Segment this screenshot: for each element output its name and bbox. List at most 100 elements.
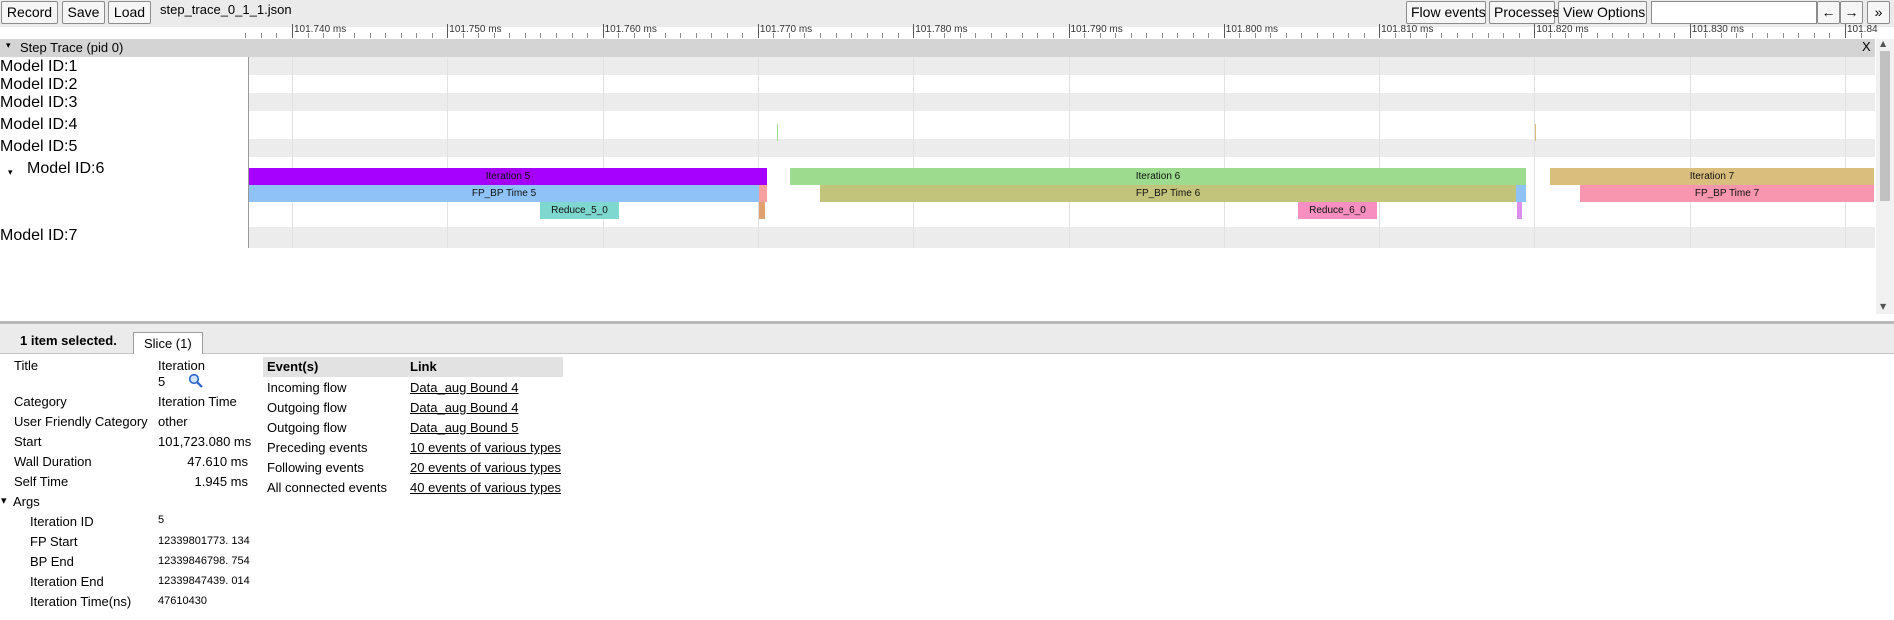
slice-fp-bp-5[interactable]: FP_BP Time 5 xyxy=(249,185,759,202)
track-row-bg xyxy=(249,75,1875,93)
slice-fp-bp-6[interactable]: FP_BP Time 6 xyxy=(820,185,1516,202)
slice-small[interactable] xyxy=(759,202,765,219)
record-button[interactable]: Record xyxy=(1,1,58,24)
track-label-model-3: Model ID:3 xyxy=(0,94,78,111)
time-ruler[interactable]: 101.740 ms 101.750 ms 101.760 ms 101.770 ms… xyxy=(245,24,1878,38)
scroll-down-icon[interactable]: ▼ xyxy=(1880,302,1886,311)
slice-fp-bp-7[interactable]: FP_BP Time 7 xyxy=(1580,185,1874,202)
slice-small[interactable] xyxy=(1517,202,1522,219)
more-button[interactable]: » xyxy=(1867,1,1890,24)
slice-small[interactable] xyxy=(1516,185,1526,202)
prev-result-button[interactable]: ← xyxy=(1817,1,1840,24)
flow-events-button[interactable]: Flow events xyxy=(1406,1,1486,24)
slice-reduce-5[interactable]: Reduce_5_0 xyxy=(540,202,619,219)
event-link[interactable]: Data_aug Bound 4 xyxy=(410,380,518,395)
search-icon[interactable] xyxy=(188,373,203,391)
gridline xyxy=(1534,57,1536,248)
event-link[interactable]: 20 events of various types xyxy=(410,460,561,475)
search-input[interactable] xyxy=(1651,1,1817,24)
ruler-minor-tick xyxy=(680,33,682,38)
ruler-minor-tick xyxy=(338,33,340,38)
ruler-minor-tick xyxy=(1115,33,1117,38)
ruler-minor-tick xyxy=(820,33,822,38)
ruler-minor-tick xyxy=(835,33,837,38)
track-label-model-6: Model ID:6 xyxy=(27,160,105,177)
ruler-minor-tick xyxy=(1177,33,1179,38)
ruler-minor-tick xyxy=(260,33,262,38)
event-link[interactable]: Data_aug Bound 5 xyxy=(410,420,518,435)
tab-slice[interactable]: Slice (1) xyxy=(133,332,203,354)
ruler-minor-tick xyxy=(369,33,371,38)
ruler-minor-tick xyxy=(276,33,278,38)
ruler-minor-tick xyxy=(1767,33,1769,38)
slice-small[interactable] xyxy=(759,185,767,202)
ruler-minor-tick xyxy=(882,33,884,38)
ruler-tick xyxy=(757,24,759,38)
ruler-minor-tick xyxy=(556,33,557,38)
ruler-minor-tick xyxy=(851,33,853,38)
ruler-minor-tick xyxy=(587,33,589,38)
save-button[interactable]: Save xyxy=(62,1,105,24)
view-options-button[interactable]: View Options xyxy=(1558,1,1647,24)
ruler-minor-tick xyxy=(711,33,713,38)
track-area[interactable]: Model ID:1 Model ID:2 Model ID:3 Model I… xyxy=(0,57,1875,248)
track-label-column: Model ID:1 Model ID:2 Model ID:3 Model I… xyxy=(0,57,249,248)
ruler-minor-tick xyxy=(1503,33,1505,38)
expand-triangle-icon[interactable]: ▾ xyxy=(8,167,13,178)
gridline xyxy=(292,57,293,248)
ruler-minor-tick xyxy=(1860,33,1862,38)
ruler-minor-tick xyxy=(1565,33,1567,38)
track-label-model-5: Model ID:5 xyxy=(0,138,78,155)
ruler-minor-tick xyxy=(478,33,480,38)
slice-iteration-7[interactable]: Iteration 7 xyxy=(1550,168,1874,185)
ruler-minor-tick xyxy=(323,33,325,38)
ruler-minor-tick xyxy=(944,33,946,38)
track-label-model-4: Model ID:4 xyxy=(0,116,78,133)
event-mark[interactable] xyxy=(777,124,778,141)
gridline xyxy=(1845,57,1846,248)
event-link[interactable]: 40 events of various types xyxy=(410,480,561,495)
ruler-tick xyxy=(447,24,449,38)
process-header[interactable]: ▾ Step Trace (pid 0) X xyxy=(0,39,1875,57)
ruler-minor-tick xyxy=(1472,33,1474,38)
ruler-tick xyxy=(1379,24,1381,38)
scroll-up-icon[interactable]: ▲ xyxy=(1880,39,1886,48)
ruler-minor-tick xyxy=(1751,33,1753,38)
track-row-bg xyxy=(249,93,1875,111)
vertical-scrollbar[interactable]: ▲ ▼ xyxy=(1876,39,1894,314)
ruler-minor-tick xyxy=(1363,33,1365,38)
prop-label-user-friendly-category: User Friendly Category xyxy=(14,414,148,429)
event-link[interactable]: Data_aug Bound 4 xyxy=(410,400,518,415)
selection-count: 1 item selected. xyxy=(20,333,117,348)
event-name: Preceding events xyxy=(267,440,368,455)
args-toggle-icon[interactable]: ▾ xyxy=(1,494,7,507)
arg-key: Iteration End xyxy=(30,574,104,589)
track-label-model-7: Model ID:7 xyxy=(0,227,78,244)
scrollbar-thumb[interactable] xyxy=(1880,51,1890,201)
next-result-button[interactable]: → xyxy=(1840,1,1863,24)
processes-button[interactable]: Processes xyxy=(1489,1,1559,24)
ruler-minor-tick xyxy=(1006,33,1008,38)
event-link[interactable]: 10 events of various types xyxy=(410,440,561,455)
ruler-tick xyxy=(1534,24,1536,38)
ruler-tick xyxy=(1689,24,1691,38)
ruler-minor-tick xyxy=(1316,33,1318,38)
ruler-minor-tick xyxy=(245,33,247,38)
ruler-tick xyxy=(1223,24,1225,38)
ruler-minor-tick xyxy=(1736,33,1738,38)
ruler-minor-tick xyxy=(773,33,775,38)
close-process-button[interactable]: X xyxy=(1862,39,1871,54)
event-name: Outgoing flow xyxy=(267,400,347,415)
arg-value: 12339846798. 754 xyxy=(158,555,250,567)
prop-label-args: Args xyxy=(13,494,40,509)
prop-value-wall-duration: 47.610 ms xyxy=(187,454,248,469)
events-table-header: Event(s) Link xyxy=(263,357,563,377)
slice-iteration-5[interactable]: Iteration 5 xyxy=(249,168,767,185)
slice-reduce-6[interactable]: Reduce_6_0 xyxy=(1298,202,1377,219)
slice-iteration-6[interactable]: Iteration 6 xyxy=(790,168,1526,185)
event-mark[interactable] xyxy=(1535,124,1536,141)
collapse-triangle-icon[interactable]: ▾ xyxy=(6,41,11,51)
load-button[interactable]: Load xyxy=(108,1,151,24)
ruler-minor-tick xyxy=(990,33,992,38)
toolbar: Record Save Load step_trace_0_1_1.json F… xyxy=(0,0,1894,27)
